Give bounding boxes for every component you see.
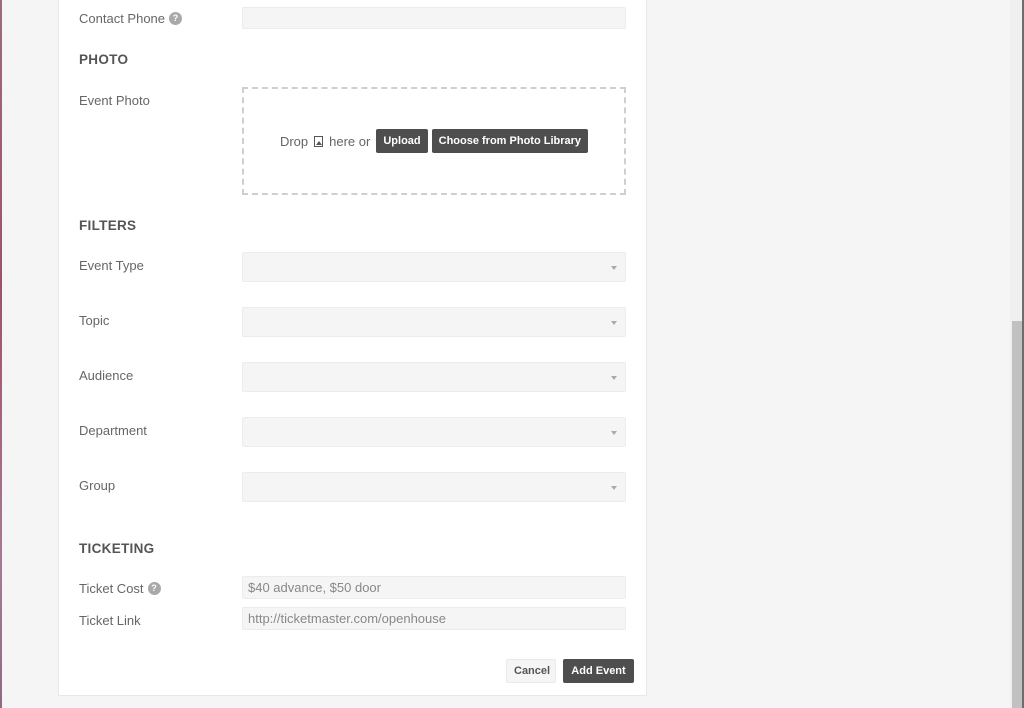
group-label: Group bbox=[79, 478, 116, 493]
photo-dropzone[interactable]: Drop here or Upload Choose from Photo Li… bbox=[242, 87, 626, 195]
group-select[interactable] bbox=[242, 472, 626, 502]
help-icon[interactable]: ? bbox=[169, 12, 183, 25]
event-photo-label: Event Photo bbox=[79, 93, 150, 108]
image-file-icon bbox=[314, 135, 324, 147]
help-icon[interactable]: ? bbox=[147, 582, 161, 595]
ticketing-section-title: TICKETING bbox=[79, 541, 155, 556]
chevron-down-icon bbox=[611, 321, 617, 325]
choose-from-photo-library-button[interactable]: Choose from Photo Library bbox=[431, 129, 589, 153]
contact-phone-input[interactable] bbox=[242, 7, 626, 29]
topic-select[interactable] bbox=[242, 307, 626, 337]
topic-label: Topic bbox=[79, 313, 110, 328]
ticket-link-input[interactable] bbox=[242, 607, 626, 630]
department-select[interactable] bbox=[242, 417, 626, 447]
chevron-down-icon bbox=[611, 266, 617, 270]
audience-select[interactable] bbox=[242, 362, 626, 392]
window-left-edge bbox=[0, 0, 2, 708]
event-type-label: Event Type bbox=[79, 258, 144, 273]
ticket-cost-label: Ticket Cost ? bbox=[79, 581, 161, 596]
chevron-down-icon bbox=[611, 431, 617, 435]
cancel-button[interactable]: Cancel bbox=[506, 659, 556, 683]
ticket-link-label: Ticket Link bbox=[79, 613, 141, 628]
audience-label: Audience bbox=[79, 368, 134, 383]
scrollbar-thumb[interactable] bbox=[1012, 321, 1022, 708]
event-form: Contact Phone ? PHOTO Event Photo Drop h… bbox=[58, 0, 647, 696]
upload-button[interactable]: Upload bbox=[376, 129, 428, 153]
department-label: Department bbox=[79, 423, 147, 438]
chevron-down-icon bbox=[611, 376, 617, 380]
event-type-select[interactable] bbox=[242, 252, 626, 282]
add-event-button[interactable]: Add Event bbox=[563, 659, 634, 683]
filters-section-title: FILTERS bbox=[79, 218, 137, 233]
photo-section-title: PHOTO bbox=[79, 52, 129, 67]
ticket-cost-input[interactable] bbox=[242, 576, 626, 599]
chevron-down-icon bbox=[611, 486, 617, 490]
contact-phone-label: Contact Phone ? bbox=[79, 11, 183, 26]
